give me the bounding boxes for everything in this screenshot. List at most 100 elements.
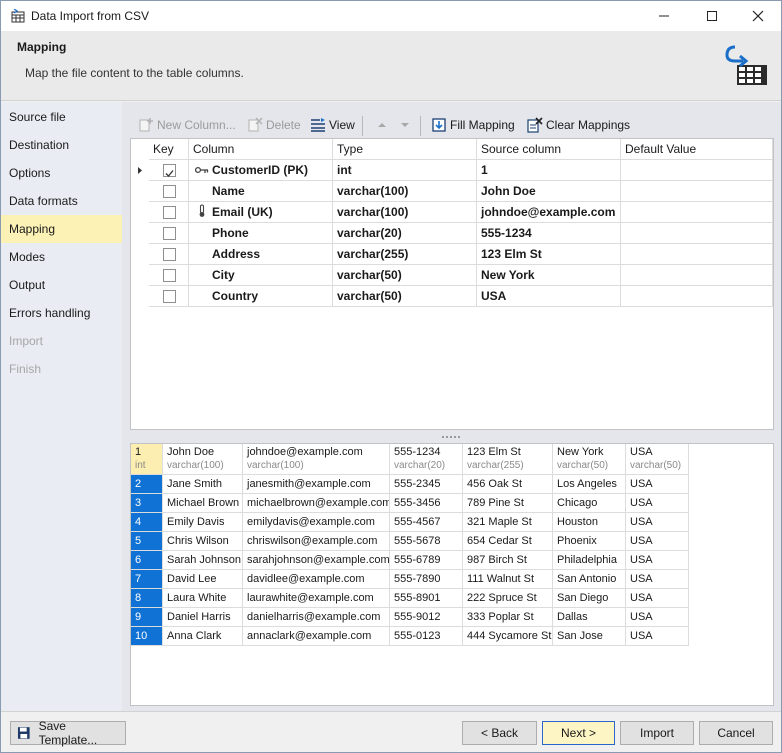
move-down-button[interactable] xyxy=(397,115,416,135)
column-name-cell[interactable]: Address xyxy=(189,244,333,265)
preview-header-email[interactable]: johndoe@example.com varchar(100) xyxy=(243,444,390,475)
default-value-cell[interactable] xyxy=(621,160,773,181)
delete-icon xyxy=(248,117,263,132)
mapping-row[interactable]: Phone varchar(20) 555-1234 xyxy=(131,223,773,244)
key-checkbox[interactable] xyxy=(163,164,176,177)
fill-mapping-icon xyxy=(432,118,446,132)
nav-item-options[interactable]: Options xyxy=(1,159,122,187)
key-checkbox[interactable] xyxy=(163,185,176,198)
default-value-cell[interactable] xyxy=(621,223,773,244)
column-name-cell[interactable]: Country xyxy=(189,286,333,307)
column-name-cell[interactable]: City xyxy=(189,265,333,286)
nav-item-destination[interactable]: Destination xyxy=(1,131,122,159)
splitter-grip-icon xyxy=(442,436,460,438)
column-name-cell[interactable]: Phone xyxy=(189,223,333,244)
preview-cell-city: Houston xyxy=(553,513,626,532)
preview-cell-name: Laura White xyxy=(163,589,243,608)
nav-item-modes[interactable]: Modes xyxy=(1,243,122,271)
column-header-key[interactable]: Key xyxy=(149,139,189,160)
source-column-cell[interactable]: New York xyxy=(477,265,621,286)
save-template-button[interactable]: Save Template... xyxy=(10,719,126,747)
preview-header-phone[interactable]: 555-1234 varchar(20) xyxy=(390,444,463,475)
preview-header-row-number[interactable]: 1 int xyxy=(131,444,163,475)
preview-cell-row-number: 7 xyxy=(131,570,163,589)
nav-item-output[interactable]: Output xyxy=(1,271,122,299)
preview-cell-row-number: 9 xyxy=(131,608,163,627)
preview-header-name[interactable]: John Doe varchar(100) xyxy=(163,444,243,475)
fill-mapping-button[interactable]: Fill Mapping xyxy=(431,115,515,135)
preview-header-country[interactable]: USA varchar(50) xyxy=(626,444,689,475)
mapping-row[interactable]: City varchar(50) New York xyxy=(131,265,773,286)
nav-item-source-file[interactable]: Source file xyxy=(1,103,122,131)
close-button[interactable] xyxy=(735,1,781,31)
new-column-button[interactable]: New Column... xyxy=(138,115,236,135)
panel-splitter[interactable] xyxy=(130,432,774,442)
mapping-row[interactable]: CustomerID (PK) int 1 xyxy=(131,160,773,181)
nav-item-data-formats[interactable]: Data formats xyxy=(1,187,122,215)
move-up-button[interactable] xyxy=(374,115,393,135)
column-name-cell[interactable]: CustomerID (PK) xyxy=(189,160,333,181)
preview-cell-name: Emily Davis xyxy=(163,513,243,532)
cancel-button[interactable]: Cancel xyxy=(699,721,773,745)
view-list-icon xyxy=(311,118,325,132)
page-title: Mapping xyxy=(17,40,67,54)
source-column-cell[interactable]: 123 Elm St xyxy=(477,244,621,265)
nav-item-errors-handling[interactable]: Errors handling xyxy=(1,299,122,327)
source-column-cell[interactable]: johndoe@example.com xyxy=(477,202,621,223)
key-cell xyxy=(149,223,189,244)
preview-header-city[interactable]: New York varchar(50) xyxy=(553,444,626,475)
clear-mappings-button[interactable]: Clear Mappings xyxy=(527,115,630,135)
preview-header-type: varchar(50) xyxy=(630,460,682,471)
default-value-cell[interactable] xyxy=(621,202,773,223)
preview-cell-city: Phoenix xyxy=(553,532,626,551)
minimize-button[interactable] xyxy=(641,1,687,31)
column-header-source[interactable]: Source column xyxy=(477,139,621,160)
toolbar-separator xyxy=(420,116,421,136)
mapping-row[interactable]: Name varchar(100) John Doe xyxy=(131,181,773,202)
view-dropdown-button[interactable]: View xyxy=(310,115,355,135)
preview-header-address[interactable]: 123 Elm St varchar(255) xyxy=(463,444,553,475)
key-cell xyxy=(149,181,189,202)
nav-item-mapping[interactable]: Mapping xyxy=(1,215,122,243)
type-cell[interactable]: varchar(20) xyxy=(333,223,477,244)
column-header-default[interactable]: Default Value xyxy=(621,139,773,160)
column-name-cell[interactable]: Email (UK) xyxy=(189,202,333,223)
delete-button[interactable]: Delete xyxy=(247,115,301,135)
key-checkbox[interactable] xyxy=(163,269,176,282)
key-checkbox[interactable] xyxy=(163,248,176,261)
key-checkbox[interactable] xyxy=(163,206,176,219)
default-value-cell[interactable] xyxy=(621,265,773,286)
import-button[interactable]: Import xyxy=(620,721,694,745)
mapping-row[interactable]: Country varchar(50) USA xyxy=(131,286,773,307)
mapping-row[interactable]: Address varchar(255) 123 Elm St xyxy=(131,244,773,265)
preview-cell-city: Chicago xyxy=(553,494,626,513)
type-cell[interactable]: varchar(255) xyxy=(333,244,477,265)
source-column-cell[interactable]: 555-1234 xyxy=(477,223,621,244)
column-header-column[interactable]: Column xyxy=(189,139,333,160)
key-checkbox[interactable] xyxy=(163,290,176,303)
back-button[interactable]: < Back xyxy=(462,721,537,745)
default-value-cell[interactable] xyxy=(621,286,773,307)
source-column-cell[interactable]: John Doe xyxy=(477,181,621,202)
column-name-cell[interactable]: Name xyxy=(189,181,333,202)
source-column-cell[interactable]: 1 xyxy=(477,160,621,181)
default-value-cell[interactable] xyxy=(621,244,773,265)
mapping-row[interactable]: Email (UK) varchar(100) johndoe@example.… xyxy=(131,202,773,223)
thermometer-icon xyxy=(199,204,205,217)
type-cell[interactable]: varchar(50) xyxy=(333,286,477,307)
mapping-header-row: Key Column Type Source column Default Va… xyxy=(131,139,773,160)
nav-item-finish: Finish xyxy=(9,362,42,376)
source-column-cell[interactable]: USA xyxy=(477,286,621,307)
preview-cell-country: USA xyxy=(626,551,689,570)
column-header-type[interactable]: Type xyxy=(333,139,477,160)
next-button[interactable]: Next > xyxy=(542,721,615,745)
key-checkbox[interactable] xyxy=(163,227,176,240)
type-cell[interactable]: varchar(100) xyxy=(333,181,477,202)
type-cell[interactable]: varchar(100) xyxy=(333,202,477,223)
type-cell[interactable]: int xyxy=(333,160,477,181)
maximize-button[interactable] xyxy=(689,1,735,31)
preview-cell-name: Daniel Harris xyxy=(163,608,243,627)
type-cell[interactable]: varchar(50) xyxy=(333,265,477,286)
default-value-cell[interactable] xyxy=(621,181,773,202)
delete-label: Delete xyxy=(266,118,301,132)
